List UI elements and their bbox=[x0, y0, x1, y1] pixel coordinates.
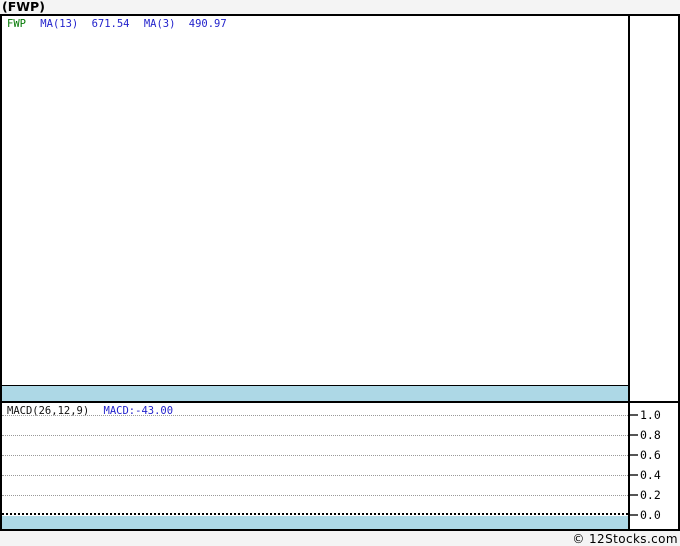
stock-chart-page: (FWP) FWP MA(13) 671.54 MA(3) 490.97 MAC… bbox=[0, 0, 680, 546]
axis-tick bbox=[630, 494, 638, 496]
price-panel: FWP MA(13) 671.54 MA(3) 490.97 bbox=[2, 16, 628, 401]
macd-gridline bbox=[2, 455, 628, 456]
y-axis-divider bbox=[628, 16, 630, 529]
macd-zero-line bbox=[2, 513, 628, 515]
axis-tick-label: 0.6 bbox=[640, 448, 661, 462]
axis-tick bbox=[630, 454, 638, 456]
legend-ma3-label: MA(3) bbox=[143, 18, 176, 30]
axis-tick-label: 0.4 bbox=[640, 468, 661, 482]
macd-gridline bbox=[2, 415, 628, 416]
price-legend: FWP MA(13) 671.54 MA(3) 490.97 bbox=[7, 18, 227, 30]
axis-tick bbox=[630, 514, 638, 516]
axis-tick-label: 1.0 bbox=[640, 408, 661, 422]
legend-ma13-value: 671.54 bbox=[91, 18, 130, 30]
legend-ma3-value: 490.97 bbox=[188, 18, 227, 30]
axis-tick-label: 0.8 bbox=[640, 428, 661, 442]
axis-tick-label: 0.2 bbox=[640, 488, 661, 502]
axis-tick bbox=[630, 414, 638, 416]
axis-tick-label: 0.0 bbox=[640, 508, 661, 522]
macd-gridline bbox=[2, 495, 628, 496]
macd-panel: MACD(26,12,9) MACD:-43.00 bbox=[2, 403, 628, 529]
axis-tick bbox=[630, 434, 638, 436]
legend-symbol: FWP bbox=[7, 18, 26, 30]
price-flat-band bbox=[2, 385, 628, 401]
copyright-text: © 12Stocks.com bbox=[572, 532, 678, 546]
page-title: (FWP) bbox=[2, 0, 45, 14]
axis-tick bbox=[630, 474, 638, 476]
macd-gridline bbox=[2, 435, 628, 436]
footer: © 12Stocks.com bbox=[0, 532, 678, 546]
macd-flat-band bbox=[2, 516, 628, 529]
legend-ma13-label: MA(13) bbox=[40, 18, 79, 30]
macd-gridline bbox=[2, 475, 628, 476]
chart-frame: FWP MA(13) 671.54 MA(3) 490.97 MACD(26,1… bbox=[0, 14, 680, 531]
